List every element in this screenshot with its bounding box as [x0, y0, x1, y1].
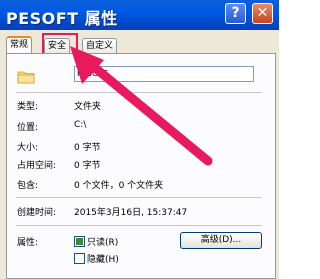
- created-label: 创建时间:: [17, 208, 57, 218]
- folder-name-input[interactable]: PESOFT: [74, 66, 254, 82]
- separator: [16, 197, 262, 198]
- size-label: 大小:: [17, 143, 39, 153]
- separator: [16, 225, 262, 226]
- properties-window: PESOFT 属性 ? ✕ 常规 安全 自定义 PESOFT 类型: 文件夹 位…: [0, 0, 279, 279]
- readonly-label: 只读(R): [87, 238, 119, 248]
- title-bar[interactable]: PESOFT 属性 ? ✕: [0, 0, 279, 30]
- contains-value: 0 个文件，0 个文件夹: [74, 181, 164, 191]
- size-value: 0 字节: [74, 143, 101, 153]
- contains-label: 包含:: [17, 181, 39, 191]
- attributes-label: 属性:: [17, 238, 39, 248]
- hidden-checkbox[interactable]: [74, 253, 85, 264]
- tab-custom[interactable]: 自定义: [82, 38, 118, 53]
- size-on-disk-value: 0 字节: [74, 161, 101, 171]
- location-label: 位置:: [17, 123, 39, 133]
- window-title: PESOFT 属性: [6, 9, 118, 28]
- readonly-checkbox[interactable]: [74, 236, 85, 247]
- type-value: 文件夹: [74, 102, 102, 112]
- location-value: C:\: [74, 120, 87, 130]
- folder-icon: [17, 71, 35, 84]
- size-on-disk-label: 占用空间:: [17, 161, 57, 171]
- close-button[interactable]: ✕: [252, 3, 273, 24]
- separator: [16, 92, 262, 93]
- hidden-label: 隐藏(H): [87, 255, 119, 265]
- created-value: 2015年3月16日, 15:37:47: [74, 208, 188, 218]
- help-button[interactable]: ?: [225, 3, 246, 24]
- advanced-button[interactable]: 高级(D)...: [180, 232, 262, 249]
- type-label: 类型:: [17, 102, 39, 112]
